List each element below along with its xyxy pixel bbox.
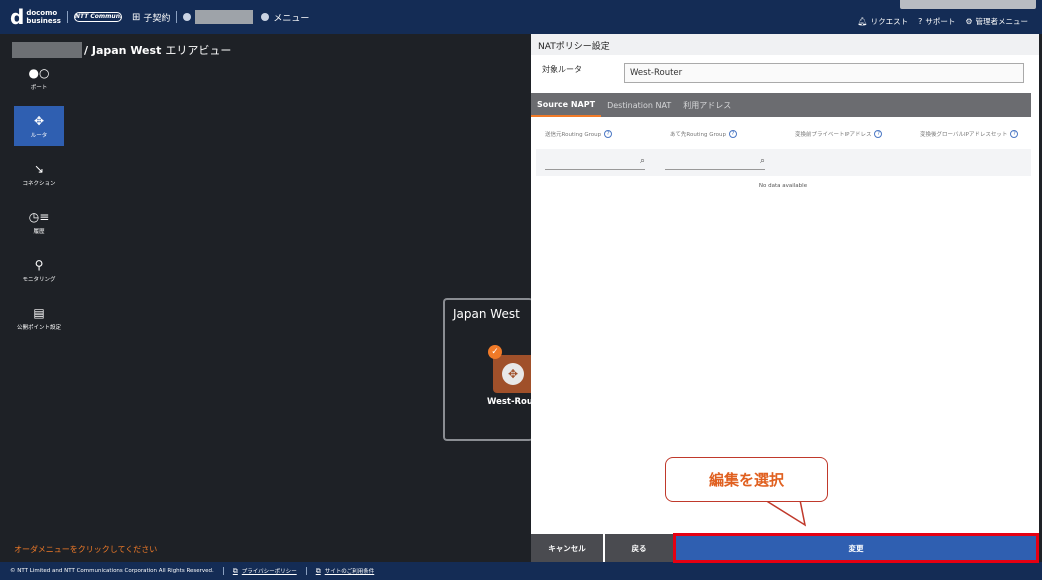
sidebar-item-label: 履歴 (33, 228, 45, 235)
region-title: Japan West (453, 307, 520, 321)
external-link-icon: ⧉ (232, 566, 238, 575)
area-title-bold: / Japan West (84, 43, 162, 57)
connection-icon: ↘ (33, 161, 45, 176)
privacy-policy-link[interactable]: ⧉ プライバシーポリシー (233, 567, 297, 576)
help-icon[interactable]: ? (728, 130, 737, 138)
footer-divider (222, 567, 224, 575)
account-selector[interactable] (183, 10, 254, 24)
monitoring-icon: ⚲ (34, 257, 44, 272)
contract-icon: ⊞ (131, 11, 141, 23)
sidebar-item-label: 公開ポイント設定 (16, 324, 61, 331)
gear-icon: ⚙ (965, 17, 973, 26)
filter-row: ⌕ ⌕ (536, 149, 1031, 176)
ntt-communications-logo: NTT Communications (73, 12, 122, 22)
search-icon: ⌕ (639, 155, 645, 166)
menu-button[interactable]: メニュー (261, 11, 309, 24)
logo-mark: d (10, 5, 25, 29)
column-header: 変換後グローバルIPアドレスセット? (906, 130, 1031, 138)
sidebar-item-label: コネクション (22, 180, 56, 187)
sidebar-item-public-point[interactable]: ▤ 公開ポイント設定 (14, 298, 64, 338)
target-router-label: 対象ルータ (542, 65, 582, 74)
panel-title: NATポリシー設定 (531, 34, 1039, 55)
order-sidebar: ●○ ポート ✥ ルータ ↘ コネクション ◷≡ 履歴 ⚲ モニタリング ▤ 公… (14, 58, 64, 346)
table-header: 送信元Routing Group? あて先Routing Group? 変換前プ… (531, 130, 1031, 138)
dest-group-filter-input[interactable]: ⌕ (665, 156, 765, 170)
empty-table-message: No data available (758, 183, 808, 189)
menu-icon (261, 13, 270, 21)
change-button[interactable]: 変更 (673, 533, 1039, 563)
top-header: d docomo business NTT Communications ⊞ 子… (0, 0, 1042, 34)
header-divider (176, 11, 178, 23)
tab-destination-nat[interactable]: Destination NAT (601, 93, 677, 117)
column-header: あて先Routing Group? (656, 130, 781, 138)
help-icon[interactable]: ? (604, 130, 613, 138)
history-icon: ◷≡ (28, 209, 50, 224)
tab-used-addresses[interactable]: 利用アドレス (677, 93, 737, 117)
contract-label: 子契約 (143, 13, 171, 24)
help-icon[interactable]: ? (874, 130, 883, 138)
contract-menu[interactable]: ⊞ 子契約 (132, 11, 170, 24)
tab-source-napt[interactable]: Source NAPT (531, 93, 602, 117)
sidebar-item-history[interactable]: ◷≡ 履歴 (14, 202, 64, 242)
sidebar-item-label: モニタリング (22, 276, 56, 283)
admin-menu-link[interactable]: ⚙ 管理者メニュー (965, 16, 1028, 27)
back-button[interactable]: 戻る (605, 534, 673, 562)
nat-tabs: Source NAPT Destination NAT 利用アドレス (531, 93, 1031, 117)
cancel-button[interactable]: キャンセル (531, 534, 603, 562)
bell-icon: 🔔︎ (857, 17, 868, 26)
router-node[interactable]: ✥ (493, 355, 533, 393)
public-point-icon: ▤ (33, 305, 45, 320)
header-divider (66, 11, 68, 23)
terms-link[interactable]: ⧉ サイトのご利用条件 (316, 567, 375, 576)
target-router-field: West-Router (624, 63, 1024, 83)
footer: © NTT Limited and NTT Communications Cor… (0, 562, 1042, 580)
footer-divider (305, 567, 307, 575)
router-icon: ✥ (502, 363, 524, 385)
help-icon: ? (918, 17, 923, 26)
header-right-menu: 🔔︎ リクエスト ? サポート ⚙ 管理者メニュー (857, 16, 1028, 27)
account-name-redacted (195, 10, 254, 24)
logo-text: docomo business (26, 9, 61, 25)
sidebar-item-connection[interactable]: ↘ コネクション (14, 154, 64, 194)
router-icon: ✥ (33, 113, 45, 128)
column-header: 送信元Routing Group? (531, 130, 656, 138)
request-link[interactable]: 🔔︎ リクエスト (857, 16, 908, 27)
port-icon: ●○ (28, 65, 50, 80)
column-header: 変換前プライベートIPアドレス? (781, 130, 906, 138)
help-icon[interactable]: ? (1010, 130, 1019, 138)
account-icon (183, 13, 192, 21)
external-link-icon: ⧉ (315, 566, 321, 575)
tenant-name-redacted (12, 42, 82, 58)
search-icon: ⌕ (759, 155, 765, 166)
area-title-suffix: エリアビュー (165, 44, 232, 57)
copyright: © NTT Limited and NTT Communications Cor… (10, 568, 214, 574)
callout-tail (762, 499, 807, 527)
top-tab-redacted (900, 0, 1036, 9)
router-label: West-Rout (487, 397, 537, 407)
sidebar-item-router[interactable]: ✥ ルータ (14, 106, 64, 146)
sidebar-item-label: ポート (30, 84, 48, 91)
sidebar-item-label: ルータ (30, 132, 48, 139)
source-group-filter-input[interactable]: ⌕ (545, 156, 645, 170)
order-hint: オーダメニューをクリックしてください (14, 545, 158, 554)
menu-label: メニュー (273, 13, 310, 24)
support-link[interactable]: ? サポート (918, 16, 955, 27)
sidebar-item-port[interactable]: ●○ ポート (14, 58, 64, 98)
callout-annotation: 編集を選択 (665, 457, 828, 502)
docomo-business-logo[interactable]: d docomo business (10, 7, 61, 27)
page-title: / Japan West エリアビュー (12, 42, 231, 58)
check-icon: ✓ (488, 345, 502, 359)
sidebar-item-monitoring[interactable]: ⚲ モニタリング (14, 250, 64, 290)
